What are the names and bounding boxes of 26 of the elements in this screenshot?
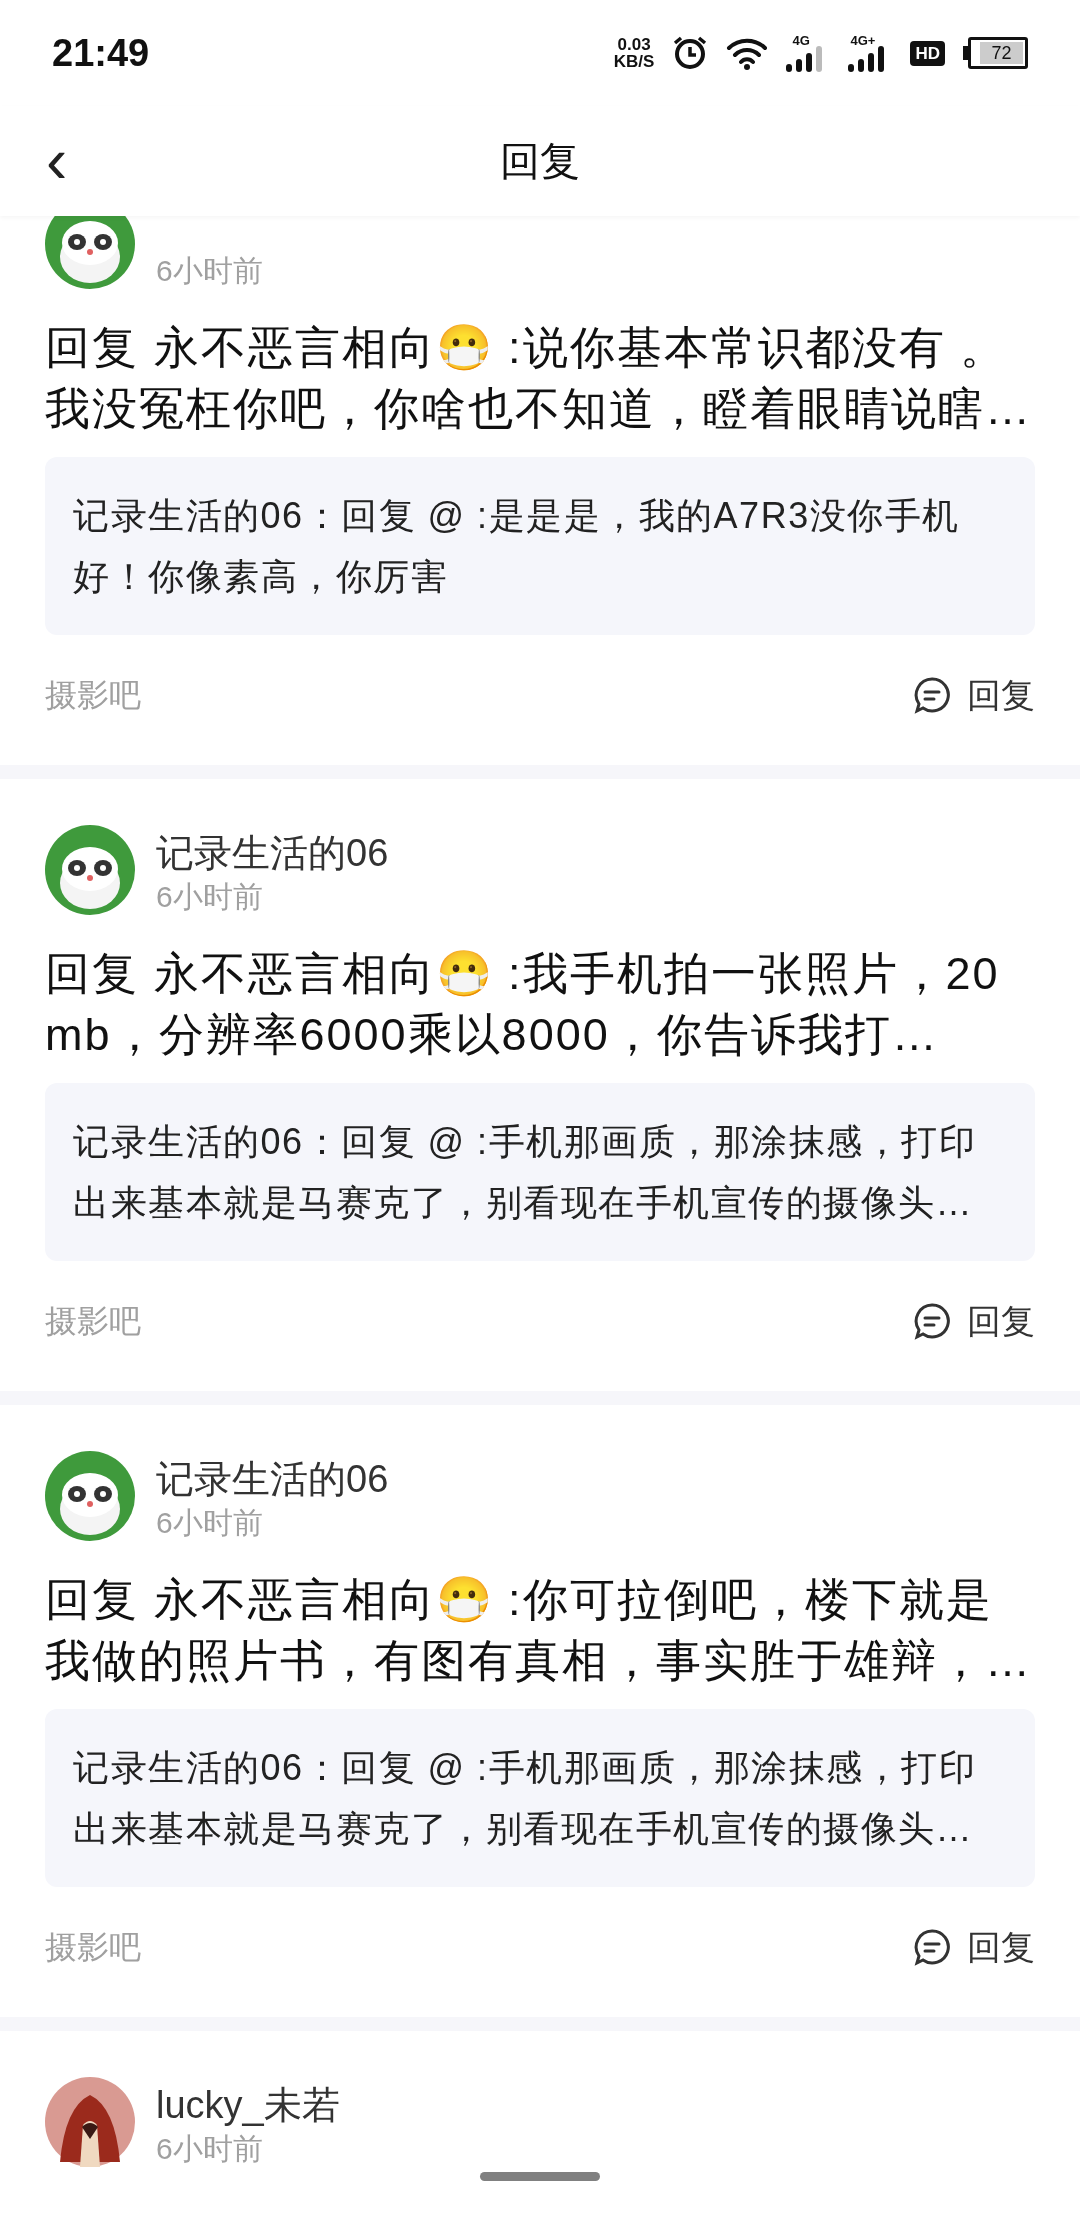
reply-button[interactable]: 回复 [913,1921,1035,1973]
quoted-reply[interactable]: 记录生活的06：回复 @ :是是是，我的A7R3没你手机好！你像素高，你厉害 [45,457,1035,635]
user-name[interactable]: 记录生活的06 [156,829,389,877]
post-time: 6小时前 [156,2131,264,2167]
user-name[interactable]: lucky_未若 [156,2081,340,2129]
comment-icon [913,676,951,714]
post-time: 6小时前 [156,879,264,915]
comment-icon [913,1302,951,1340]
page-title: 回复 [500,138,580,185]
network-speed: 0.03 KB/S [613,36,655,70]
user-name[interactable]: 记录生活的06 [156,1455,389,1503]
alarm-icon [672,35,709,71]
quoted-reply[interactable]: 记录生活的06：回复 @ :手机那画质，那涂抹感，打印出来基本就是马赛克了，别看现在手机宣传的摄像头… [45,1709,1035,1887]
back-button[interactable]: ‹ [46,128,68,192]
reply-button[interactable]: 回复 [913,1295,1035,1347]
post-time: 6小时前 [156,253,263,289]
status-time: 21:49 [52,30,150,76]
wifi-icon [726,36,769,70]
post-time: 6小时前 [156,1505,264,1541]
reply-button[interactable]: 回复 [913,669,1035,721]
reply-text: 回复 永不恶言相向😷 :说你基本常识都没有 。我没冤枉你吧，你啥也不知道，瞪着眼睛说瞎… [45,321,1033,436]
reply-text: 回复 永不恶言相向😷 :你可拉倒吧，楼下就是我做的照片书，有图有真相，事实胜于雄辩，… [45,1573,1033,1688]
comment-icon [913,1928,951,1966]
reply-text: 回复 永不恶言相向😷 :我手机拍一张照片，20mb，分辨率6000乘以8000，你告诉我打… [45,947,1001,1062]
quoted-reply[interactable]: 记录生活的06：回复 @ :手机那画质，那涂抹感，打印出来基本就是马赛克了，别看现在手机宣传的摄像头… [45,1083,1035,1261]
hd-call-icon: HD [910,40,945,66]
